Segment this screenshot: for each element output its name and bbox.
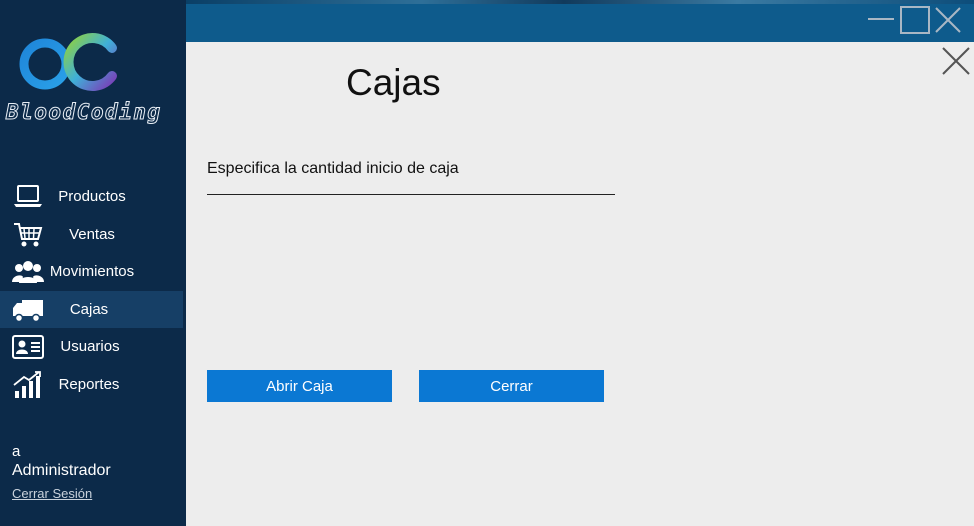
id-card-icon [12, 335, 44, 359]
window-close-icon[interactable] [933, 5, 963, 35]
sidebar-item-usuarios[interactable]: Usuarios [0, 328, 186, 366]
maximize-icon[interactable] [899, 5, 931, 35]
sidebar-item-label: Reportes [58, 375, 120, 393]
window-titlebar [186, 0, 974, 42]
titlebar-strip [186, 0, 974, 4]
sidebar-item-label: Cajas [69, 300, 109, 318]
close-button[interactable]: Cerrar [419, 370, 604, 402]
sidebar-item-label: Productos [58, 188, 126, 206]
user-role: Administrador [12, 462, 111, 479]
laptop-icon [14, 185, 42, 207]
users-group-icon [12, 261, 44, 283]
user-name: a [12, 443, 21, 460]
sidebar-item-label: Usuarios [60, 338, 120, 356]
sidebar-item-ventas[interactable]: Ventas [0, 216, 186, 254]
brand-logo: BloodCoding [0, 10, 186, 125]
bar-chart-icon [13, 370, 41, 398]
main-content: Cajas Especifica la cantidad inicio de c… [186, 42, 974, 526]
sidebar-item-productos[interactable]: Productos [0, 178, 186, 216]
amount-label: Especifica la cantidad inicio de caja [207, 160, 459, 177]
sidebar-item-label: Ventas [69, 225, 115, 243]
sidebar-item-movimientos[interactable]: Movimientos [0, 253, 186, 291]
user-info: a Administrador Cerrar Sesión [12, 443, 111, 501]
sidebar-item-reportes[interactable]: Reportes [0, 366, 186, 404]
sidebar-item-label: Movimientos [49, 263, 135, 281]
logout-link[interactable]: Cerrar Sesión [12, 486, 111, 501]
truck-icon [13, 299, 43, 322]
sidebar-item-cajas[interactable]: Cajas [0, 290, 183, 328]
page-title: Cajas [346, 62, 441, 103]
close-panel-icon[interactable] [941, 46, 971, 76]
bc-logo-icon [19, 13, 117, 91]
shopping-cart-icon [14, 222, 43, 246]
minimize-icon[interactable] [866, 5, 896, 35]
brand-logo-text: BloodCoding [6, 100, 162, 125]
sidebar: BloodCoding Productos Ventas Movimientos… [0, 0, 186, 526]
amount-input[interactable] [207, 182, 615, 195]
open-cash-button[interactable]: Abrir Caja [207, 370, 392, 402]
sidebar-nav: Productos Ventas Movimientos Cajas Usuar… [0, 178, 186, 403]
